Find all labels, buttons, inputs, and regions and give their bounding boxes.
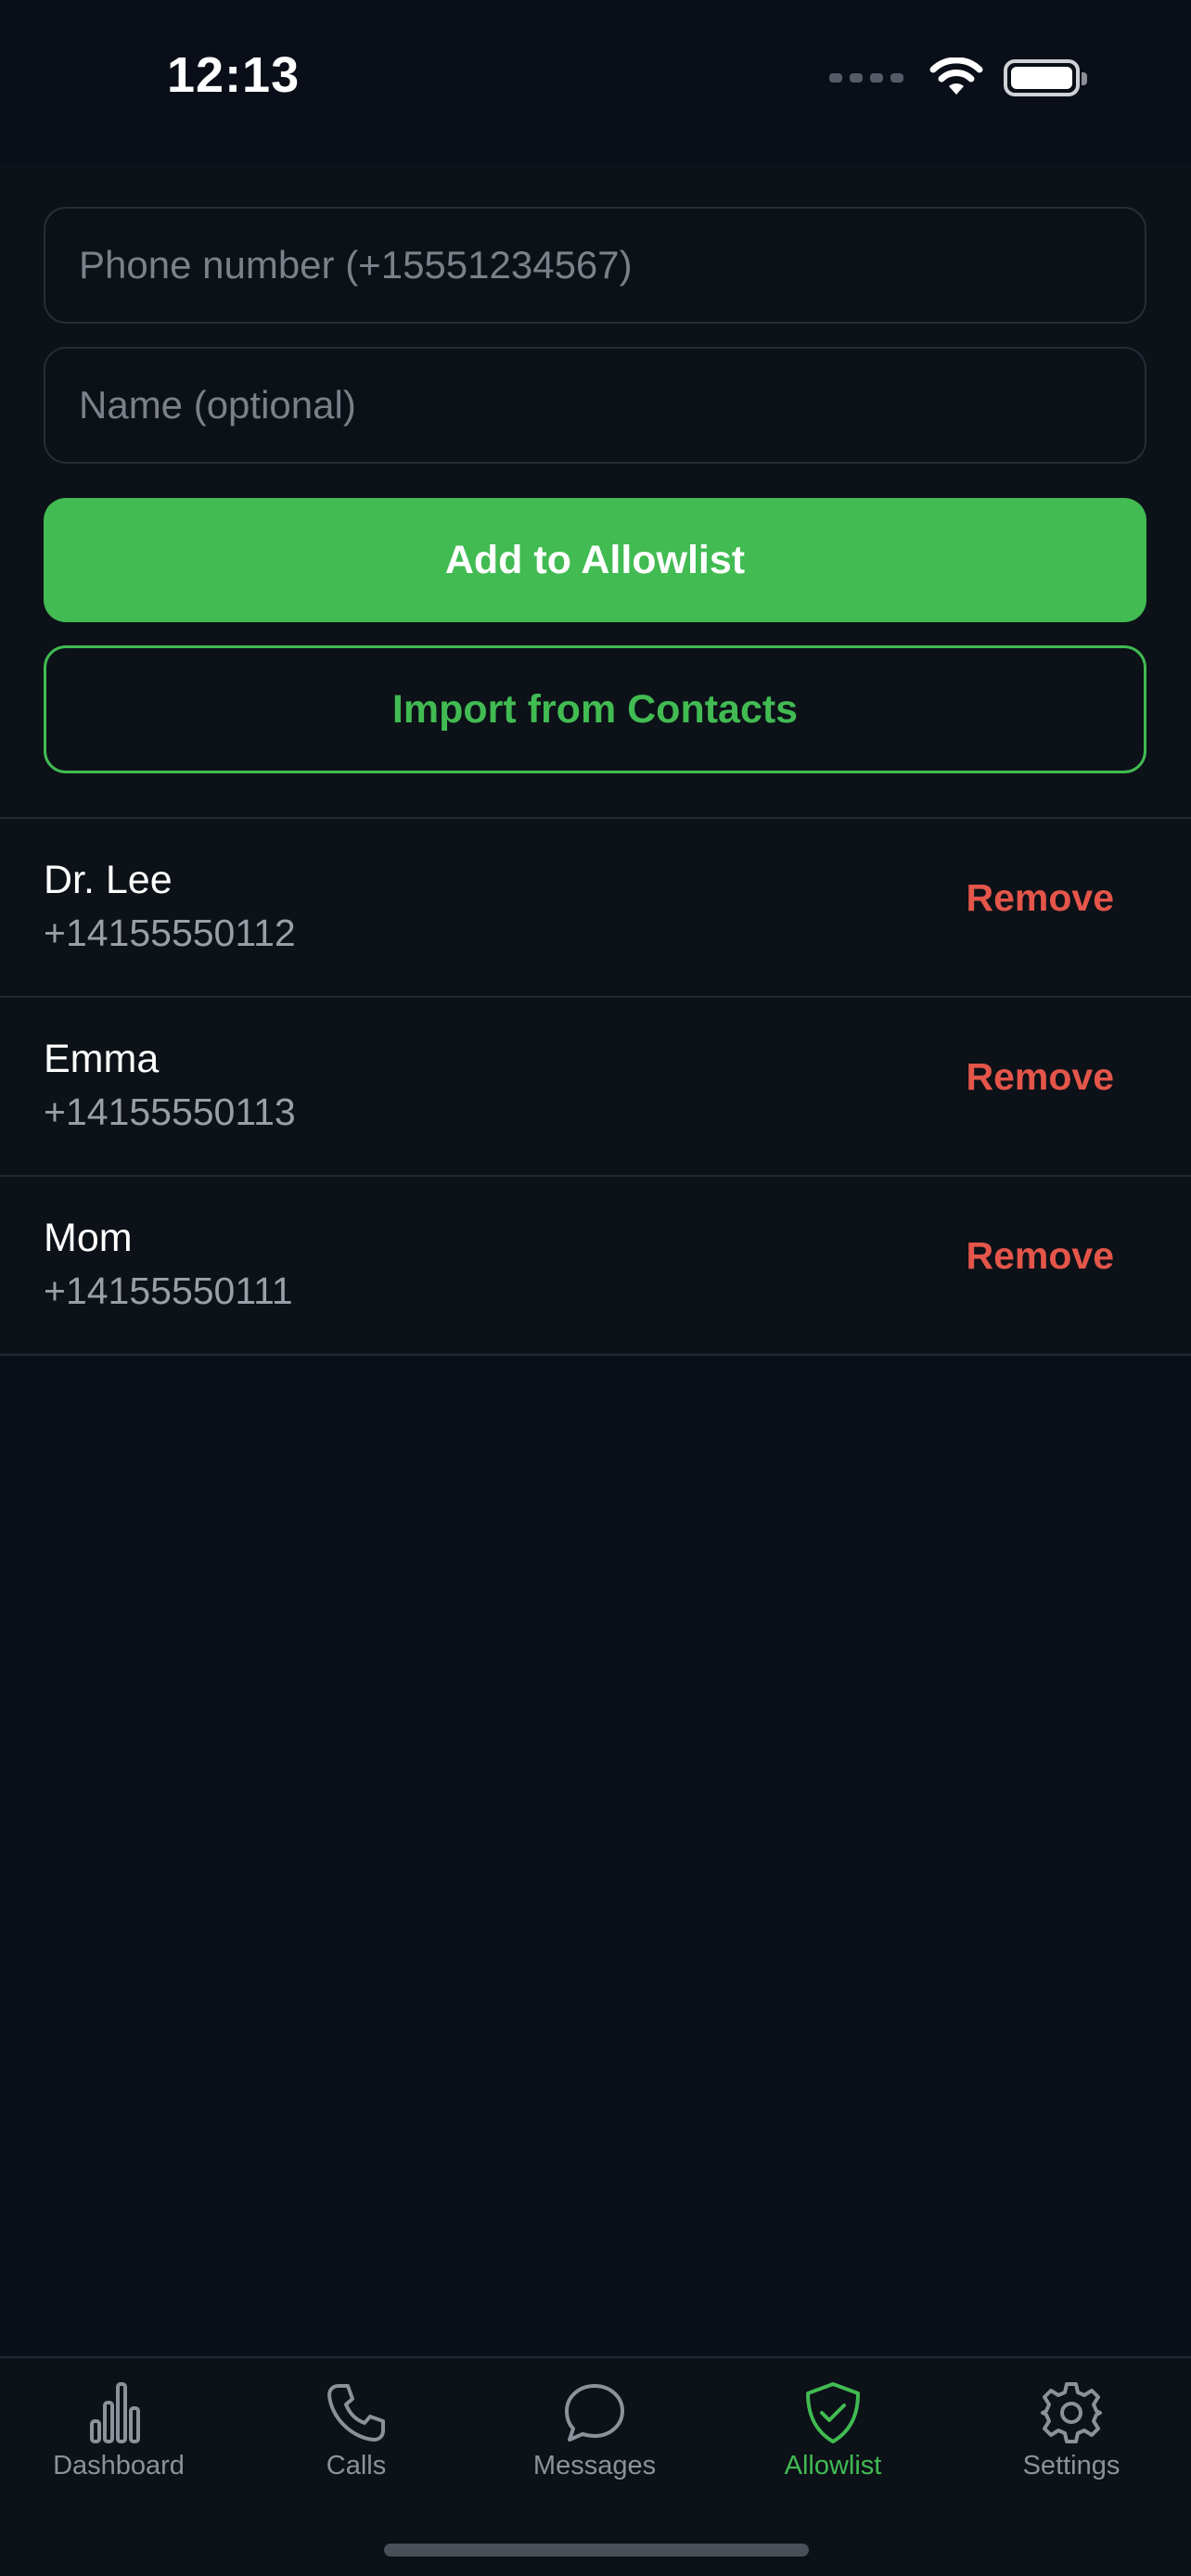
remove-button[interactable]: Remove [966,1055,1114,1099]
contact-phone: +14155550112 [44,912,296,954]
tab-calls[interactable]: Calls [237,2358,475,2516]
tab-settings[interactable]: Settings [953,2358,1190,2516]
cellular-signal-icon [829,73,903,83]
bar-chart-icon [90,2382,140,2443]
status-bar: 12:13 [0,0,1191,163]
allowlist-list: Dr. Lee +14155550112 Remove Emma +141555… [0,819,1191,1356]
contact-name: Dr. Lee [44,858,173,902]
tab-label: Messages [532,2451,657,2480]
chat-bubble-icon [565,2384,624,2442]
tab-messages[interactable]: Messages [476,2358,713,2516]
tab-label: Allowlist [784,2451,882,2480]
tab-dashboard[interactable]: Dashboard [0,2358,237,2516]
contact-phone: +14155550111 [44,1269,293,1312]
remove-button[interactable]: Remove [966,876,1114,920]
tab-label: Calls [326,2451,387,2480]
contact-name: Mom [44,1216,133,1260]
status-icons [829,57,1087,98]
phone-icon [327,2384,385,2442]
tab-allowlist[interactable]: Allowlist [714,2358,952,2516]
battery-icon [1004,59,1087,96]
phone-number-input[interactable] [44,207,1146,324]
add-to-allowlist-button[interactable]: Add to Allowlist [44,498,1146,622]
tab-label: Settings [1022,2451,1121,2480]
allowlist-entry: Emma +14155550113 Remove [0,998,1191,1177]
gear-icon [1041,2382,1102,2443]
import-from-contacts-button[interactable]: Import from Contacts [44,645,1146,773]
allowlist-screen: 12:13 Add to Allowlist Import from Conta… [0,0,1191,2576]
allowlist-entry: Dr. Lee +14155550112 Remove [0,819,1191,998]
wifi-icon [929,57,983,95]
home-indicator [384,2544,809,2557]
name-input[interactable] [44,347,1146,464]
shield-check-icon [806,2382,860,2443]
allowlist-entry: Mom +14155550111 Remove [0,1177,1191,1356]
tab-label: Dashboard [53,2451,185,2480]
contact-name: Emma [44,1037,160,1081]
status-time: 12:13 [167,47,301,103]
contact-phone: +14155550113 [44,1090,296,1133]
add-contact-form: Add to Allowlist Import from Contacts [0,163,1191,819]
remove-button[interactable]: Remove [966,1234,1114,1278]
